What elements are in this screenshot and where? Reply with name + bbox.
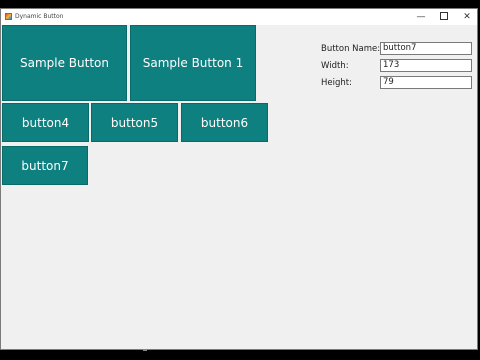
button5[interactable]: button5 [91,103,178,142]
width-field[interactable]: 173 [380,59,472,72]
taskbar-indicator [143,349,147,351]
button4[interactable]: button4 [2,103,89,142]
button7[interactable]: button7 [2,146,88,185]
close-icon: ✕ [463,12,471,22]
width-label: Width: [321,61,349,71]
client-area: Sample Button Sample Button 1 button4 bu… [1,25,477,349]
sample-button-1[interactable]: Sample Button 1 [130,25,256,101]
app-window: Dynamic Button — ✕ Sample Button Sample … [0,8,478,350]
title-bar[interactable]: Dynamic Button — ✕ [1,9,477,25]
height-label: Height: [321,78,352,88]
button-name-field[interactable]: button7 [380,42,472,55]
window-title: Dynamic Button [15,13,64,20]
height-field[interactable]: 79 [380,76,472,89]
maximize-icon [440,11,448,20]
maximize-button[interactable] [433,9,455,25]
button-name-label: Button Name: [321,44,381,54]
button6[interactable]: button6 [181,103,268,142]
minimize-icon: — [416,12,426,22]
minimize-button[interactable]: — [410,9,432,25]
app-icon [5,13,12,20]
sample-button[interactable]: Sample Button [2,25,127,101]
close-button[interactable]: ✕ [456,9,478,25]
